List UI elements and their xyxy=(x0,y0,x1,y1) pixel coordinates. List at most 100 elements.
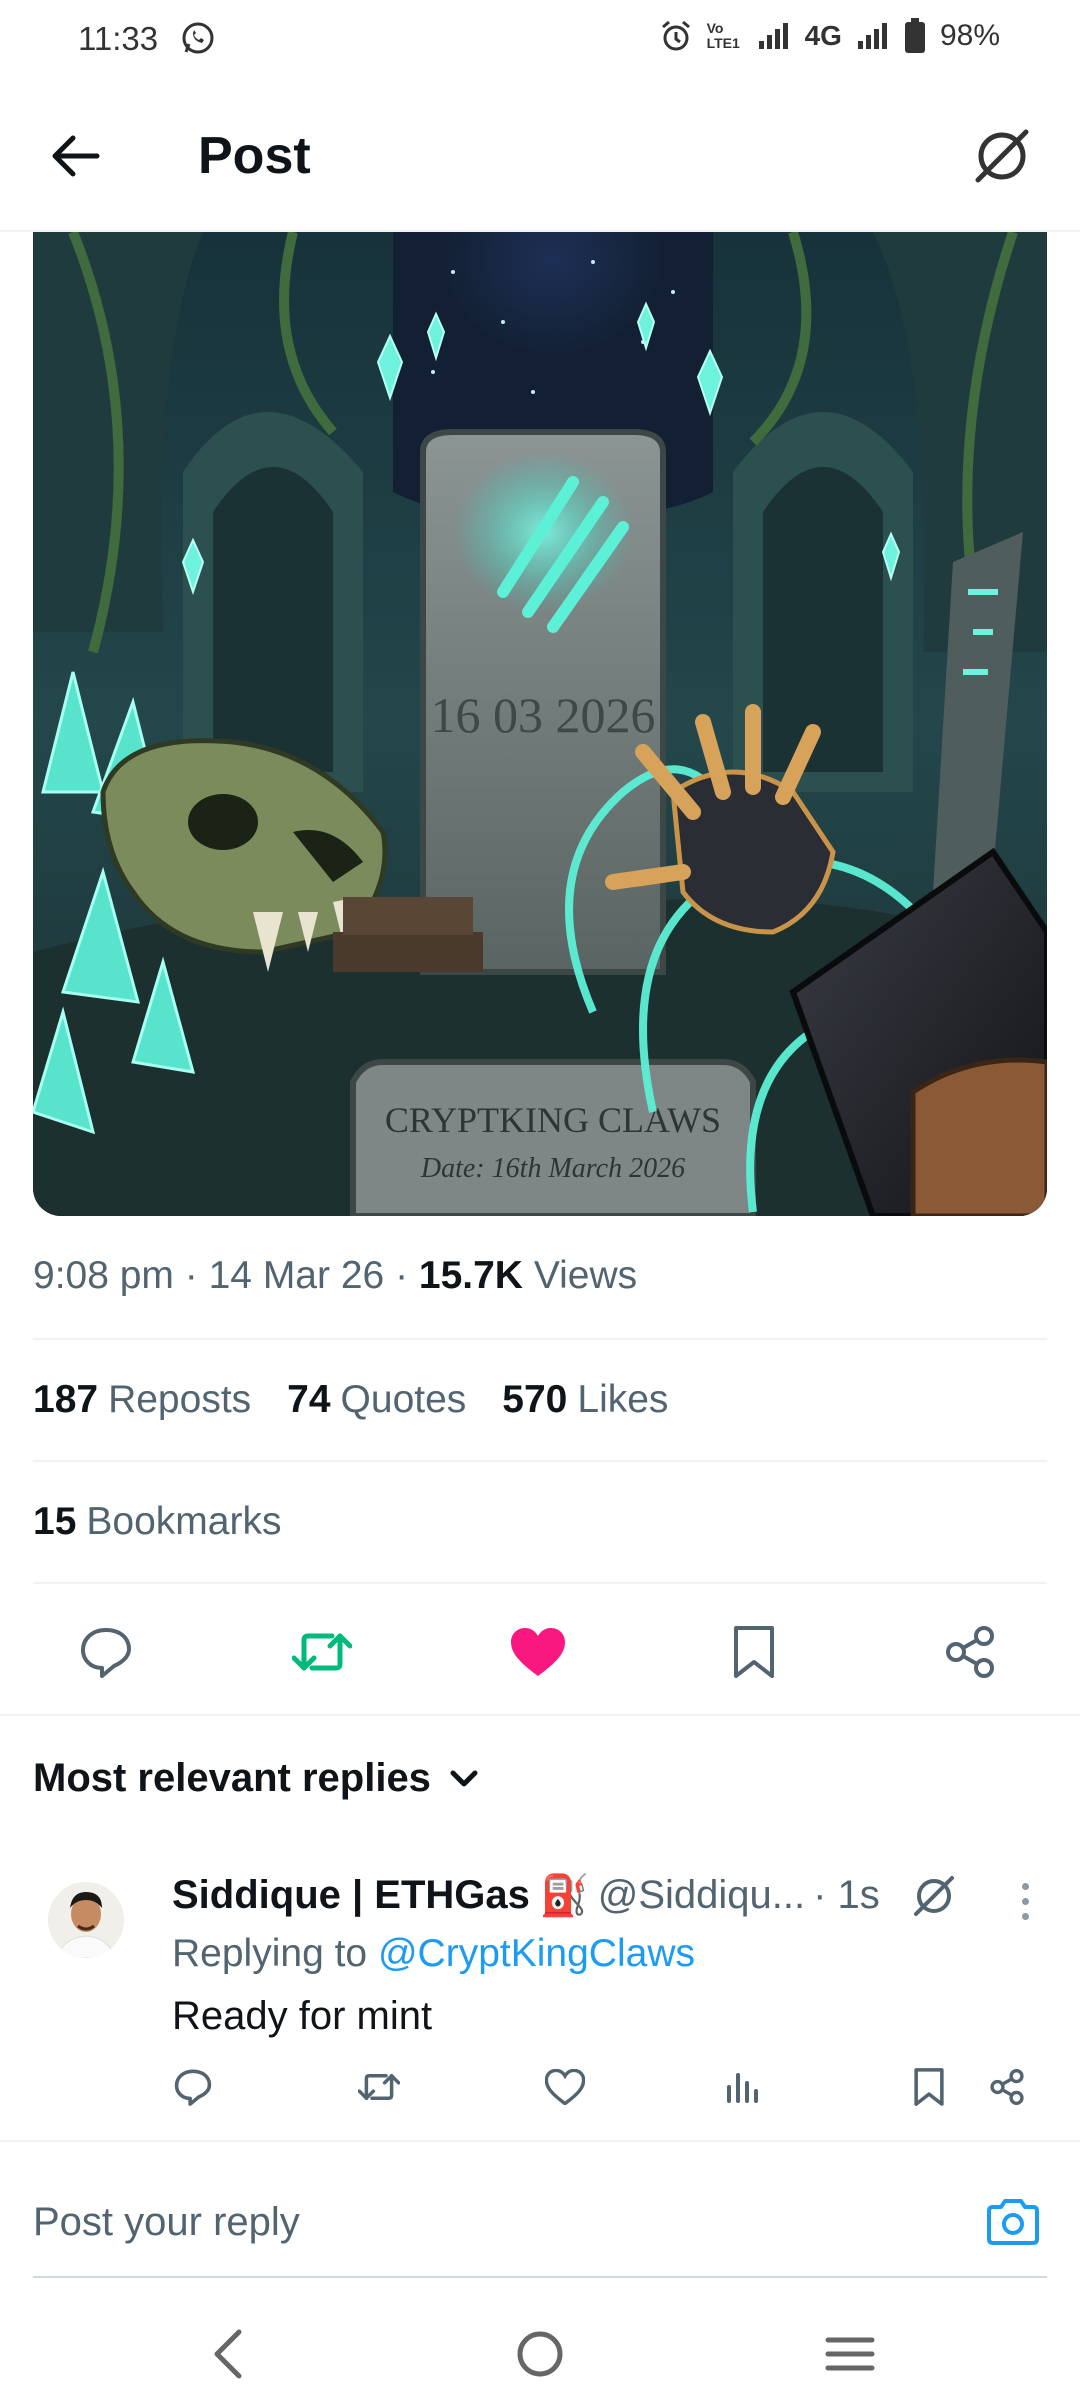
post-date: 14 Mar 26 xyxy=(208,1254,385,1297)
camera-button[interactable] xyxy=(983,2192,1043,2252)
reply-repost-button[interactable] xyxy=(354,2062,404,2112)
headstone-date: 16 03 2026 xyxy=(431,687,656,743)
avatar[interactable] xyxy=(48,1882,124,1958)
more-dot-icon xyxy=(1021,1897,1029,1905)
status-indicators: Vo LTE1 4G 98% xyxy=(659,18,1000,54)
alarm-icon xyxy=(661,20,690,51)
repost-icon xyxy=(292,1633,352,1671)
post-action-bar xyxy=(0,1602,1080,1698)
reply-input[interactable]: Post your reply xyxy=(33,2200,300,2245)
likes-stat[interactable]: 570 Likes xyxy=(502,1378,668,1422)
reply-reply-button[interactable] xyxy=(168,2062,218,2112)
post-time: 9:08 pm xyxy=(33,1254,174,1297)
avatar-image xyxy=(48,1882,124,1958)
divider xyxy=(33,1582,1047,1584)
share-icon xyxy=(946,1626,994,1678)
views-count: 15.7K xyxy=(418,1254,523,1297)
reply-grok-button[interactable] xyxy=(910,1872,960,1922)
likes-count: 570 xyxy=(502,1378,568,1421)
divider xyxy=(33,1338,1047,1340)
more-options-button[interactable] xyxy=(1010,1876,1040,1926)
bookmarks-stat[interactable]: 15 Bookmarks xyxy=(33,1500,281,1544)
quotes-count: 74 xyxy=(287,1378,331,1421)
reply-header: Siddique | ETHGas ⛽ @Siddiqu... · 1s xyxy=(172,1872,880,1919)
back-nav-icon xyxy=(214,2329,242,2379)
reposts-stat[interactable]: 187 Reposts xyxy=(33,1378,251,1422)
reply-composer[interactable]: Post your reply xyxy=(33,2172,1047,2278)
heart-outline-icon xyxy=(545,2069,585,2105)
post-stats: 187 Reposts 74 Quotes 570 Likes xyxy=(33,1378,668,1422)
chevron-down-icon xyxy=(450,1770,478,1786)
arrow-left-icon xyxy=(52,135,100,177)
nav-back-button[interactable] xyxy=(192,2324,262,2384)
section-divider xyxy=(0,2140,1080,2142)
camera-icon xyxy=(987,2199,1039,2245)
divider xyxy=(33,1460,1047,1462)
grok-icon xyxy=(914,1876,954,1916)
reply-text: Ready for mint xyxy=(172,1994,433,2038)
reply-bookmark-button[interactable] xyxy=(904,2062,954,2112)
replying-to-handle[interactable]: @CryptKingClaws xyxy=(378,1932,695,1975)
reply-author-handle[interactable]: @Siddiqu... xyxy=(598,1873,805,1918)
share-button[interactable] xyxy=(940,1622,1000,1682)
bookmark-icon xyxy=(914,2068,944,2106)
tomb-illustration: 16 03 2026 CRYPTKING CLAWS Date: 16th Ma… xyxy=(33,232,1047,1216)
plaque-subtitle: Date: 16th March 2026 xyxy=(420,1153,685,1184)
nav-recents-button[interactable] xyxy=(815,2324,885,2384)
like-icon xyxy=(511,1628,565,1676)
repost-button[interactable] xyxy=(292,1622,352,1682)
whatsapp-icon xyxy=(182,22,214,54)
composer-underline xyxy=(33,2276,1047,2278)
meta-separator: · xyxy=(184,1254,198,1297)
bookmark-button[interactable] xyxy=(724,1622,784,1682)
reply-share-button[interactable] xyxy=(982,2062,1032,2112)
back-button[interactable] xyxy=(44,124,108,188)
sort-label: Most relevant replies xyxy=(33,1756,431,1800)
reply-button[interactable] xyxy=(76,1622,136,1682)
reply-action-bar xyxy=(0,2062,1080,2122)
signal-icon-2 xyxy=(857,23,887,49)
meta-separator-2: · xyxy=(395,1254,409,1297)
quotes-label: Quotes xyxy=(340,1378,467,1421)
network-label: 4G xyxy=(804,20,842,51)
share-icon xyxy=(990,2069,1024,2105)
reply-author-name[interactable]: Siddique | ETHGas xyxy=(172,1873,530,1918)
reply-icon xyxy=(81,1628,131,1678)
more-dot-icon xyxy=(1021,1912,1029,1920)
replies-sort-dropdown[interactable]: Most relevant replies xyxy=(33,1756,479,1801)
reply-item[interactable]: Siddique | ETHGas ⛽ @Siddiqu... · 1s Rep… xyxy=(0,1850,1080,2140)
recents-nav-icon xyxy=(825,2337,875,2371)
more-dot-icon xyxy=(1021,1882,1029,1890)
signal-icon xyxy=(758,23,788,49)
fuel-pump-badge: ⛽ xyxy=(539,1874,590,1918)
home-nav-icon xyxy=(517,2331,563,2377)
replying-prefix: Replying to xyxy=(172,1932,368,1975)
views-label: Views xyxy=(533,1254,638,1297)
battery-icon xyxy=(904,18,925,53)
like-button[interactable] xyxy=(508,1622,568,1682)
views-icon xyxy=(727,2073,758,2103)
nav-home-button[interactable] xyxy=(505,2324,575,2384)
reply-like-button[interactable] xyxy=(540,2062,590,2112)
post-image[interactable]: 16 03 2026 CRYPTKING CLAWS Date: 16th Ma… xyxy=(33,232,1047,1216)
battery-percent: 98% xyxy=(939,19,1000,52)
reposts-label: Reposts xyxy=(108,1378,252,1421)
quotes-stat[interactable]: 74 Quotes xyxy=(287,1378,466,1422)
likes-label: Likes xyxy=(577,1378,669,1421)
post-meta: 9:08 pm · 14 Mar 26 · 15.7K Views xyxy=(33,1254,637,1298)
volte-label: Vo LTE1 xyxy=(706,20,740,51)
repost-icon xyxy=(358,2074,400,2100)
bookmark-icon xyxy=(734,1626,774,1678)
section-divider xyxy=(0,1714,1080,1716)
plaque-title: CRYPTKING CLAWS xyxy=(385,1100,721,1140)
top-app-bar: Post xyxy=(0,100,1080,232)
grok-button[interactable] xyxy=(966,120,1038,192)
reply-views-button[interactable] xyxy=(718,2062,768,2112)
page-title: Post xyxy=(198,127,311,185)
status-bar: 11:33 Vo LTE1 4G 98% xyxy=(0,0,1080,80)
bookmarks-count: 15 xyxy=(33,1500,77,1543)
bookmarks-label: Bookmarks xyxy=(86,1500,282,1543)
replying-to: Replying to @CryptKingClaws xyxy=(172,1932,695,1976)
grok-icon xyxy=(975,129,1029,183)
reply-icon xyxy=(174,2069,212,2106)
